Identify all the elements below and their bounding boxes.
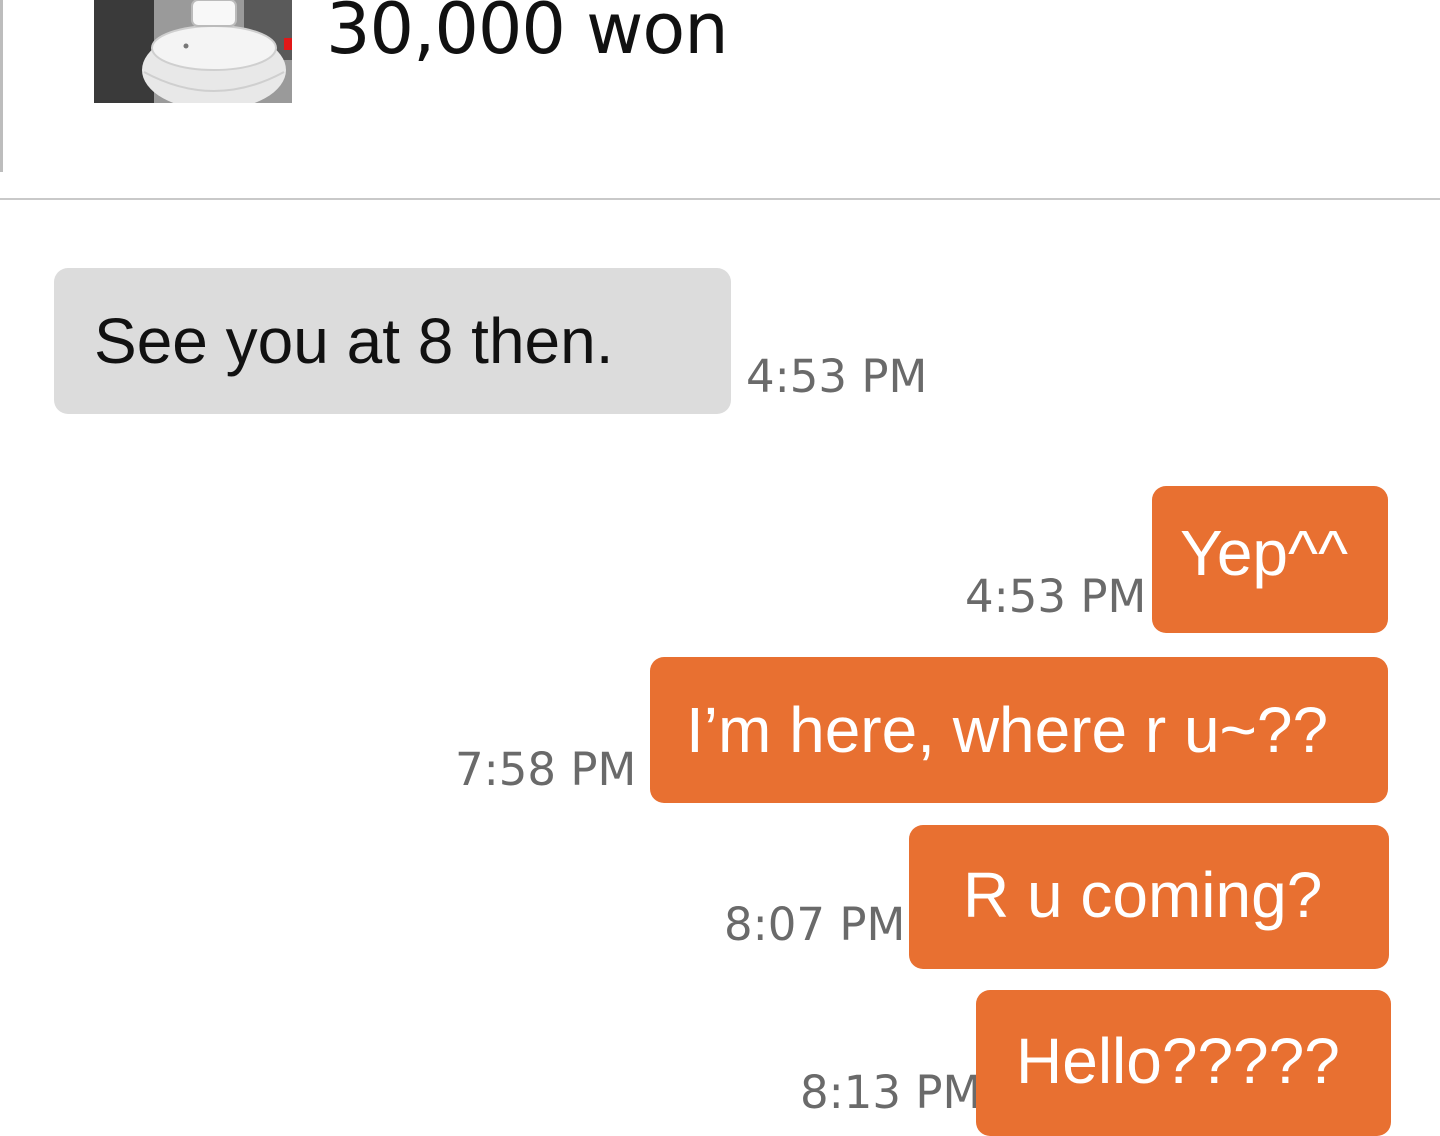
message-text: I’m here, where r u~?? [686,694,1329,766]
listing-price: 30,000 won [326,0,729,70]
message-text: R u coming? [963,859,1323,931]
message-bubble-outgoing[interactable]: Yep^^ [1152,486,1388,633]
message-text: See you at 8 then. [94,305,614,377]
message-time: 8:13 PM [800,1066,982,1119]
message-time: 7:58 PM [455,743,637,796]
message-bubble-outgoing[interactable]: I’m here, where r u~?? [650,657,1388,803]
message-text: Yep^^ [1180,517,1349,589]
message-time: 4:53 PM [746,350,928,403]
message-time: 8:07 PM [724,898,906,951]
message-bubble-incoming[interactable]: See you at 8 then. [54,268,731,414]
message-bubble-outgoing[interactable]: Hello????? [976,990,1391,1136]
divider [0,0,3,172]
rice-cooker-photo-icon [94,0,292,103]
message-time: 4:53 PM [965,570,1147,623]
message-text: Hello????? [1016,1025,1340,1097]
listing-header[interactable]: 30,000 won [0,0,1440,200]
listing-thumbnail[interactable] [94,0,292,103]
message-bubble-outgoing[interactable]: R u coming? [909,825,1389,969]
